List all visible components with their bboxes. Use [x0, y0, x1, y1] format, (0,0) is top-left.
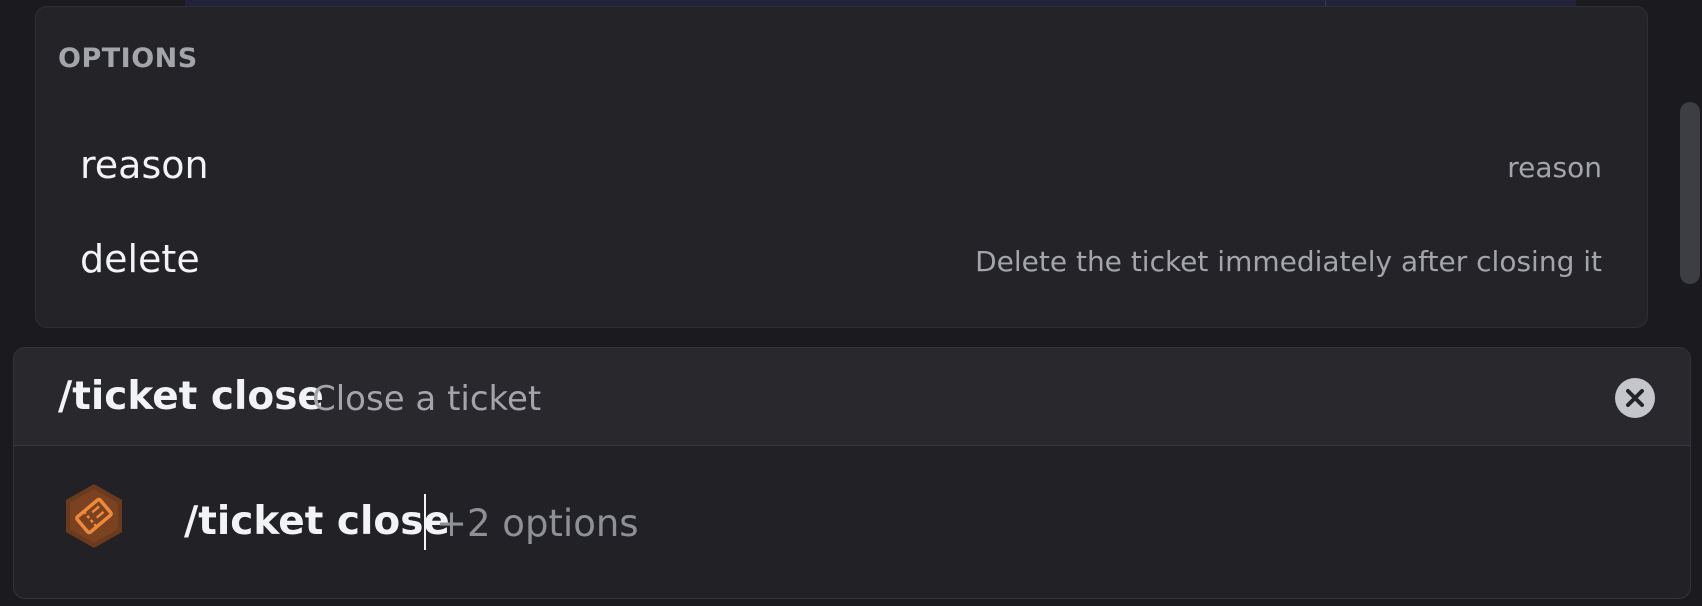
- command-composer: /ticket close Close a ticket /ticket clo…: [13, 347, 1691, 599]
- option-description: Delete the ticket immediately after clos…: [975, 245, 1602, 278]
- scrollbar-thumb[interactable]: [1680, 102, 1700, 284]
- option-description: reason: [1507, 151, 1602, 184]
- option-item-delete[interactable]: delete Delete the ticket immediately aft…: [48, 221, 1635, 307]
- command-input[interactable]: /ticket close +2 options: [14, 446, 1690, 598]
- command-description: Close a ticket: [312, 379, 542, 419]
- command-name: /ticket close: [58, 374, 324, 419]
- close-icon: [1626, 389, 1644, 407]
- options-hint: +2 options: [436, 502, 639, 545]
- close-button[interactable]: [1615, 378, 1655, 418]
- option-name: reason: [80, 143, 209, 187]
- options-popup: OPTIONS reason reason delete Delete the …: [35, 6, 1648, 328]
- input-command-text: /ticket close: [184, 499, 450, 544]
- options-heading: OPTIONS: [58, 43, 198, 74]
- text-caret: [424, 494, 426, 550]
- ticket-icon: [66, 484, 122, 548]
- command-header: /ticket close Close a ticket: [14, 348, 1690, 446]
- slash-command-ui: OPTIONS reason reason delete Delete the …: [0, 0, 1702, 606]
- option-name: delete: [80, 237, 200, 281]
- option-item-reason[interactable]: reason reason: [48, 127, 1635, 213]
